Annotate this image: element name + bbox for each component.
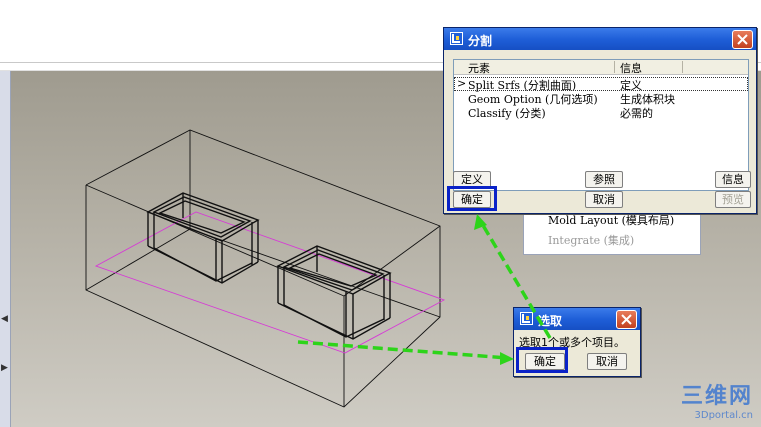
cavity-block-right-inner2 [288, 253, 378, 287]
table-row[interactable]: > Split Srfs (分割曲面) 定义 [454, 77, 748, 92]
cancel-button[interactable]: 取消 [585, 191, 623, 208]
select-dialog-title: 选取 [538, 314, 563, 328]
cavity-block-left-inner [152, 196, 252, 238]
cavity-block-left-top [146, 192, 260, 242]
app-icon [520, 312, 533, 325]
close-icon [621, 314, 632, 325]
reference-button[interactable]: 参照 [585, 171, 623, 188]
box-edge [189, 228, 441, 318]
menu-item-integrate: Integrate (集成) [548, 234, 635, 247]
split-dialog-titlebar[interactable]: 分割 [444, 28, 756, 50]
column-divider[interactable] [682, 61, 683, 73]
table-row[interactable]: Classify (分类) 必需的 [454, 105, 748, 120]
highlight-box [447, 186, 497, 211]
cavity-block-left-inner2 [158, 200, 246, 234]
watermark-url: 3Dportal.cn [694, 410, 753, 421]
close-button[interactable] [616, 310, 637, 329]
watermark-logo: 三维网 3Dportal.cn [681, 378, 753, 421]
watermark-title: 三维网 [680, 384, 753, 409]
column-header-info: 信息 [620, 62, 642, 75]
info-button[interactable]: 信息 [715, 171, 751, 188]
box-edge [85, 129, 441, 408]
close-icon [737, 34, 748, 45]
menu-item-mold-layout[interactable]: Mold Layout (模具布局) [548, 212, 674, 228]
table-row[interactable]: Geom Option (几何选项) 生成体积块 [454, 91, 748, 106]
row-marker: > [457, 77, 467, 90]
close-button[interactable] [732, 30, 753, 49]
row-info: 必需的 [620, 107, 653, 120]
table-header: 元素 信息 [454, 60, 748, 75]
select-cancel-button[interactable]: 取消 [587, 353, 627, 370]
column-divider[interactable] [614, 61, 615, 73]
row-element: Classify (分类) [468, 107, 546, 120]
preview-button: 预览 [715, 191, 751, 208]
highlight-box [516, 347, 568, 373]
select-dialog-titlebar[interactable]: 选取 [514, 308, 640, 330]
app-icon [450, 32, 463, 45]
split-dialog-title: 分割 [468, 34, 493, 48]
column-header-element: 元素 [468, 62, 490, 75]
